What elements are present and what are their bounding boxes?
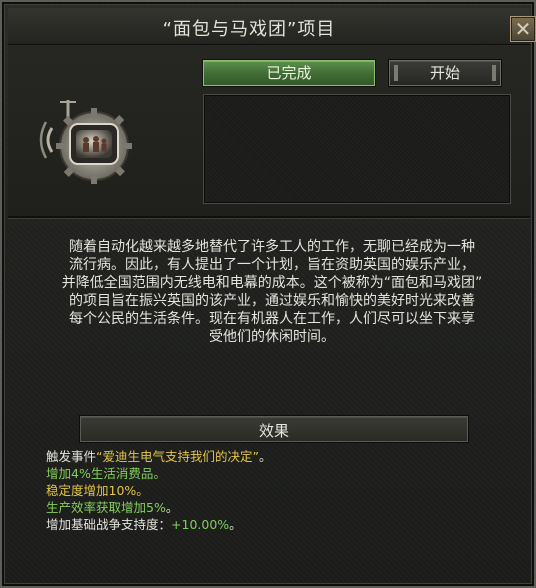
effect-trigger-prefix: 触发事件 (46, 449, 97, 464)
effect-production-value: 增加5% (121, 500, 166, 515)
effect-production-label: 生产效率获取 (46, 500, 122, 515)
progress-preview-box (203, 94, 511, 204)
effects-header: 效果 (80, 416, 468, 442)
effect-stability: 稳定度增加10%。 (46, 483, 149, 498)
effect-war-support-suffix: 。 (229, 517, 242, 532)
effect-production-efficiency: 生产效率获取增加5%。 (46, 499, 516, 516)
effect-war-support: 增加基础战争支持度：+10.00%。 (46, 516, 516, 533)
completed-button[interactable]: 已完成 (203, 60, 375, 86)
decision-description: 随着自动化越来越多地替代了许多工人的工作，无聊已经成为一种 流行病。因此，有人提… (61, 239, 483, 345)
effect-consumer-goods: 增加4%生活消费品。 (46, 466, 166, 481)
start-button[interactable]: 开始 (389, 60, 501, 86)
effect-trigger-event-name[interactable]: “爱迪生电气支持我们的决定” (96, 449, 259, 464)
effects-list: 触发事件“爱迪生电气支持我们的决定”。 增加4%生活消费品。 稳定度增加10%。… (46, 448, 516, 533)
effect-trigger-suffix: 。 (258, 449, 272, 464)
title-bar: “面包与马戏团”项目 ✕ (8, 8, 536, 45)
close-button[interactable]: ✕ (510, 16, 536, 42)
window-title: “面包与马戏团”项目 (162, 19, 336, 40)
effect-war-support-label: 增加基础战争支持度： (46, 517, 172, 532)
effects-header-label: 效果 (258, 422, 289, 440)
radio-television-emblem-icon (39, 100, 132, 184)
effect-war-support-value: +10.00% (171, 517, 230, 532)
close-x-icon: ✕ (514, 17, 532, 41)
decision-window: “面包与马戏团”项目 ✕ 已完成 开始 随着自动化越来越多地替代了许多工人的工作… (0, 0, 536, 588)
effect-trigger-event: 触发事件“爱迪生电气支持我们的决定”。 (46, 448, 516, 465)
effect-production-suffix: 。 (165, 500, 179, 515)
